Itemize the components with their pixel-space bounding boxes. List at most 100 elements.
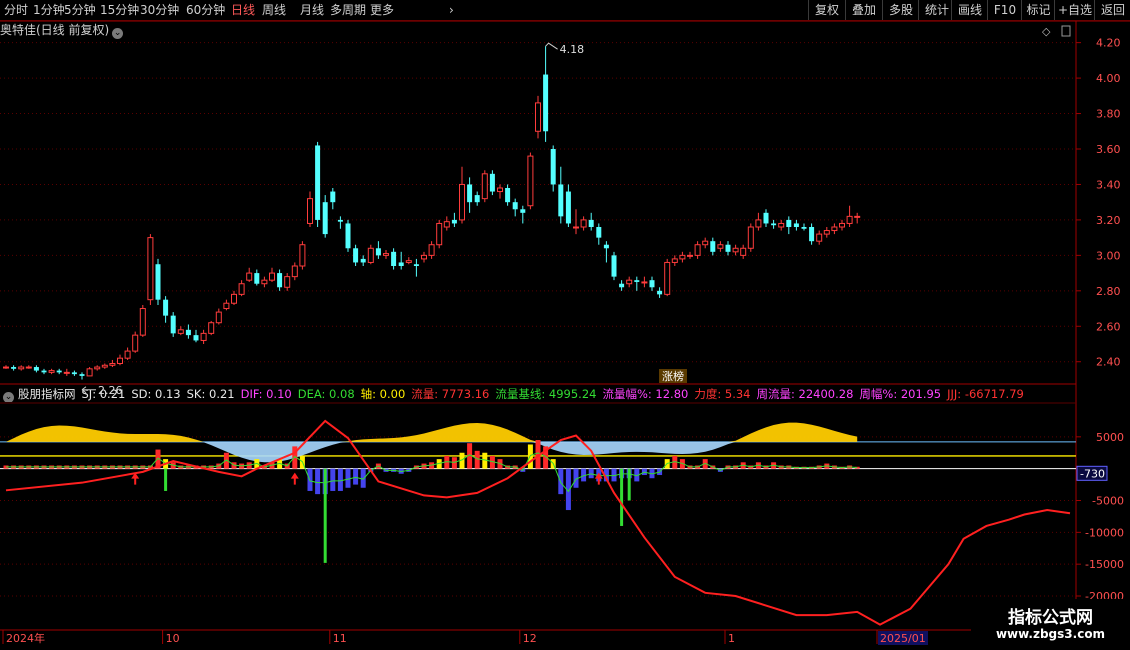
candle-body xyxy=(132,334,139,352)
candle-body xyxy=(846,215,853,224)
candle-body xyxy=(337,219,343,222)
candle-body xyxy=(520,209,526,213)
current-value-label: -730 xyxy=(1080,467,1105,480)
candle-body xyxy=(185,329,191,336)
candle-body xyxy=(619,283,625,288)
candle-body xyxy=(269,272,275,281)
candle-body xyxy=(223,302,230,310)
candle-body xyxy=(383,253,389,256)
candle-body xyxy=(155,264,161,300)
candle-body xyxy=(626,279,633,285)
ind-tick-label: -5000 xyxy=(1092,495,1124,508)
candle-body xyxy=(94,366,101,370)
candle-body xyxy=(71,372,77,375)
candle-body xyxy=(291,265,298,278)
candle-body xyxy=(596,227,602,238)
candle-body xyxy=(284,276,291,288)
low-label: 2.26 xyxy=(98,384,123,397)
candle-body xyxy=(367,247,374,263)
candle-body xyxy=(238,283,245,295)
price-tick-label: 2.60 xyxy=(1096,320,1121,333)
candle-body xyxy=(740,247,747,256)
candle-body xyxy=(307,198,313,224)
scroll-icon xyxy=(1061,25,1071,37)
candle-body xyxy=(254,273,260,284)
price-tick-label: 4.20 xyxy=(1096,37,1121,50)
candle-body xyxy=(725,244,731,252)
diamond-icon: ◇ xyxy=(1042,25,1051,38)
candle-body xyxy=(246,272,253,281)
price-tick-label: 3.80 xyxy=(1096,108,1121,121)
candle-body xyxy=(451,219,457,224)
candle-body xyxy=(786,219,792,227)
candle-body xyxy=(360,258,366,263)
candle-body xyxy=(512,202,518,210)
watermark-text-url: www.zbgs3.com xyxy=(995,627,1106,641)
candle-body xyxy=(778,222,785,228)
limit-up-tag: 涨榜 xyxy=(662,369,684,383)
candle-body xyxy=(793,223,799,227)
candle-body xyxy=(353,248,359,263)
candle-body xyxy=(588,219,594,227)
watermark-text-cn: 指标公式网 xyxy=(1008,608,1093,628)
candle-body xyxy=(436,222,443,246)
candle-body xyxy=(277,273,283,288)
candle-body xyxy=(679,254,686,260)
candle-body xyxy=(375,248,381,256)
candle-body xyxy=(124,350,131,359)
flow-bar xyxy=(353,468,359,485)
candle-body xyxy=(208,322,215,334)
candle-body xyxy=(816,233,823,242)
candle-body xyxy=(443,221,450,228)
candle-body xyxy=(687,254,693,257)
price-tick-label: 3.00 xyxy=(1096,249,1121,262)
candle-body xyxy=(771,223,777,226)
candle-body xyxy=(763,212,769,224)
buy-signal-arrow xyxy=(290,472,299,485)
band-upper-area xyxy=(6,422,858,442)
candle-body xyxy=(398,262,404,266)
flow-spike-bar xyxy=(620,468,624,526)
candle-body xyxy=(170,315,176,334)
date-label: 2025/01 xyxy=(880,632,926,645)
flow-spike-bar xyxy=(164,468,168,491)
candle-body xyxy=(474,195,480,203)
candle-body xyxy=(193,335,199,341)
candle-body xyxy=(732,247,739,253)
candle-body xyxy=(79,374,85,376)
price-tick-label: 4.00 xyxy=(1096,72,1121,85)
candle-body xyxy=(147,237,154,301)
candle-body xyxy=(634,280,640,282)
price-tick-label: 3.40 xyxy=(1096,178,1121,191)
candle-body xyxy=(117,357,123,365)
high-label: 4.18 xyxy=(560,43,585,56)
flow-bar xyxy=(315,468,321,495)
flow-bar xyxy=(527,444,533,469)
candle-body xyxy=(854,215,861,218)
candle-body xyxy=(41,370,47,373)
candle-body xyxy=(18,366,25,370)
flow-bar xyxy=(474,450,480,469)
ind-tick-label: -15000 xyxy=(1085,558,1124,571)
price-tick-label: 3.60 xyxy=(1096,143,1121,156)
candle-body xyxy=(163,299,169,316)
candle-body xyxy=(823,230,830,235)
candle-body xyxy=(657,290,663,295)
candle-body xyxy=(48,370,55,373)
price-tick-label: 3.20 xyxy=(1096,214,1121,227)
flow-bar xyxy=(345,468,351,488)
candle-body xyxy=(839,222,845,228)
flow-bar xyxy=(330,468,336,491)
candle-body xyxy=(231,293,237,304)
candle-body xyxy=(481,173,488,200)
kline-chart: 4.20 4.00 3.80 3.60 3.40 3.20 3.00 2.80 2.60 2.40… xyxy=(0,20,1130,645)
candle-body xyxy=(641,281,648,284)
candle-body xyxy=(428,244,435,256)
price-tick-label: 2.40 xyxy=(1096,356,1121,369)
candle-body xyxy=(322,202,328,235)
date-label: 11 xyxy=(333,632,347,645)
candle-body xyxy=(101,364,108,368)
candle-body xyxy=(86,368,93,377)
candle-body xyxy=(573,226,579,229)
candle-body xyxy=(550,149,556,185)
